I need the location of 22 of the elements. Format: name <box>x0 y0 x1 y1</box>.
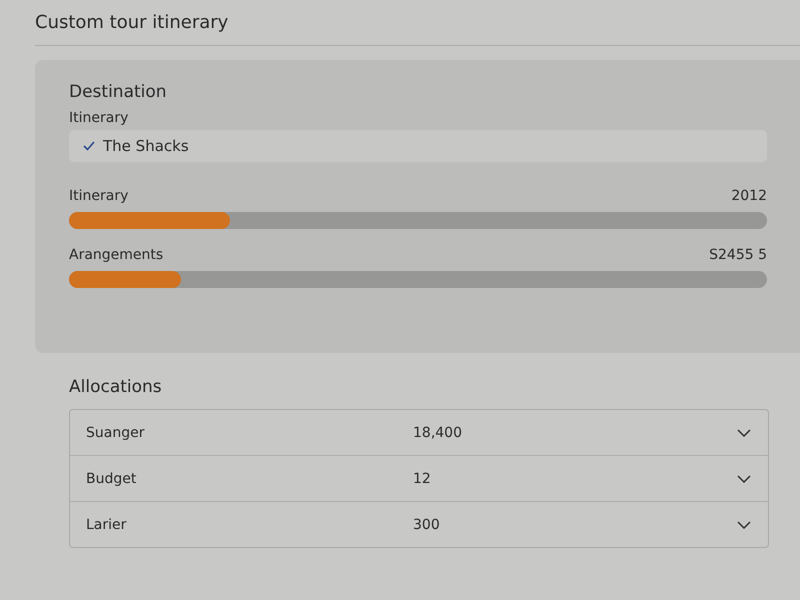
allocation-row[interactable]: Suanger 18,400 <box>70 410 768 455</box>
meter-label: Itinerary <box>69 188 128 204</box>
check-icon <box>83 141 95 151</box>
row-value: 18,400 <box>413 424 463 440</box>
row-name: Larier <box>85 516 128 532</box>
meter-reading: 2012 <box>731 188 767 204</box>
meter-label: Arangements <box>69 247 164 263</box>
row-value: 300 <box>413 516 441 532</box>
section-heading: Allocations <box>69 377 162 397</box>
section-heading: Destination <box>69 82 167 102</box>
page-title: Custom tour itinerary <box>35 12 228 33</box>
itinerary-field[interactable]: The Shacks <box>69 130 767 162</box>
row-value: 12 <box>413 470 432 486</box>
chevron-down-icon[interactable] <box>737 474 751 482</box>
meter-reading: S2455 5 <box>709 247 767 263</box>
chevron-down-icon[interactable] <box>737 520 751 528</box>
allocation-row[interactable]: Budget 12 <box>70 455 768 501</box>
row-name: Suanger <box>85 424 146 440</box>
field-label: Itinerary <box>69 110 128 126</box>
row-name: Budget <box>85 470 138 486</box>
chevron-down-icon[interactable] <box>737 428 751 436</box>
allocation-row[interactable]: Larier 300 <box>70 501 768 547</box>
